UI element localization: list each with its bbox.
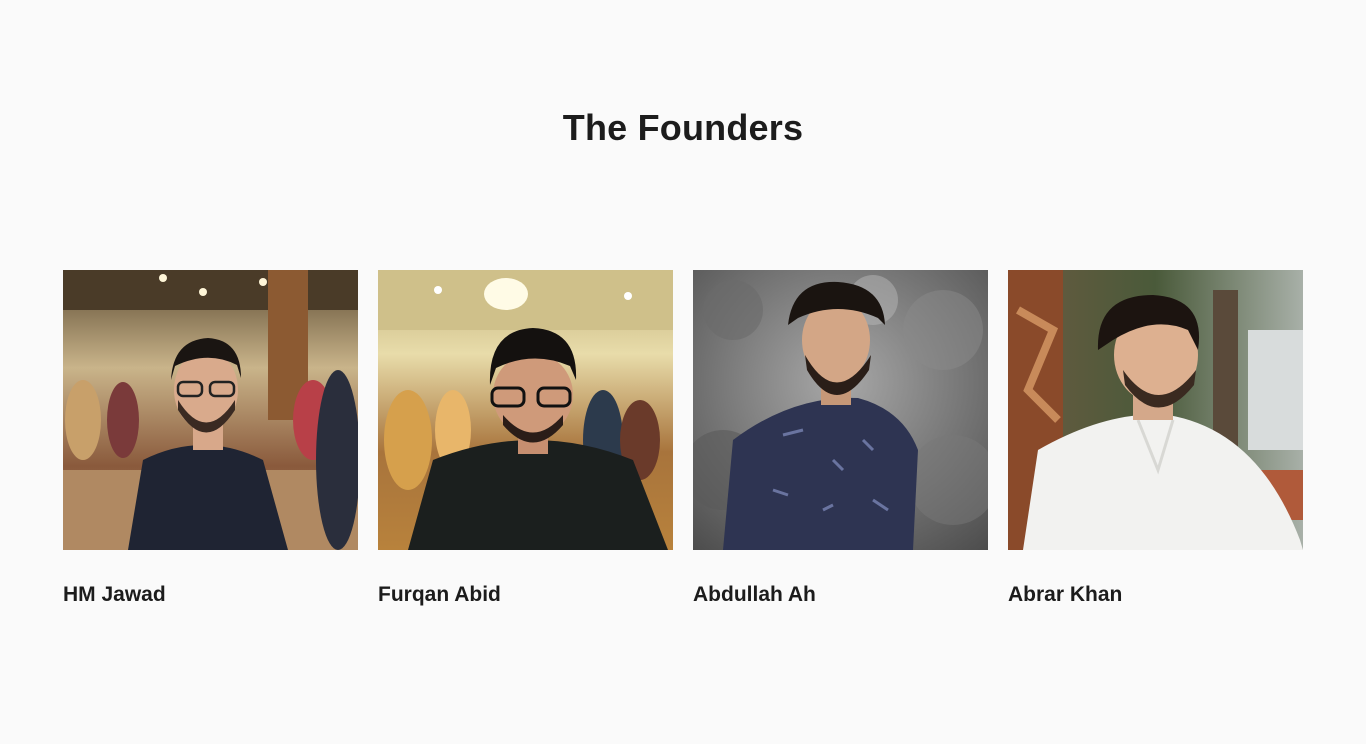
- founder-card: Abdullah Ah: [693, 270, 988, 608]
- founder-name: Abdullah Ah: [693, 583, 816, 606]
- founder-photo-abrar-khan: [1008, 270, 1303, 550]
- founder-name: HM Jawad: [63, 583, 166, 606]
- founder-name: Furqan Abid: [378, 583, 501, 606]
- founder-card: Abrar Khan: [1008, 270, 1303, 608]
- founder-photo-abdullah-ah: [693, 270, 988, 550]
- portrait-photo-icon: [378, 270, 673, 550]
- section-title: The Founders: [562, 107, 804, 148]
- portrait-photo-icon: [1008, 270, 1303, 550]
- founder-photo-hm-jawad: [63, 270, 358, 550]
- portrait-photo-icon: [693, 270, 988, 550]
- founder-photo-furqan-abid: [378, 270, 673, 550]
- founder-card: Furqan Abid: [378, 270, 673, 608]
- founder-card: HM Jawad: [63, 270, 358, 608]
- founders-grid: HM Jawad Furqan Abid Abdullah Ah Abrar K…: [63, 270, 1303, 608]
- founder-name: Abrar Khan: [1008, 583, 1123, 606]
- founders-page: The Founders HM Jawad Furqan Abid Abdull…: [0, 0, 1366, 744]
- portrait-photo-icon: [63, 270, 358, 550]
